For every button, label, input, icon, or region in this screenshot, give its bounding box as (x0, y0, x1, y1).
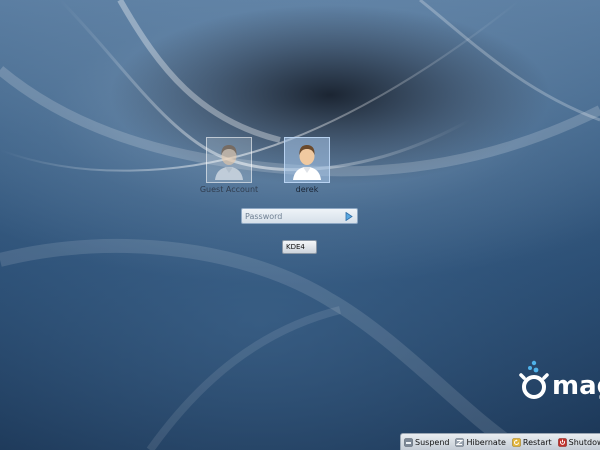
user-derek[interactable]: derek (276, 137, 338, 194)
user-avatar-icon (293, 145, 321, 180)
password-field[interactable] (241, 208, 358, 224)
suspend-icon (404, 437, 413, 447)
session-label: KDE4 (286, 243, 305, 251)
suspend-label: Suspend (415, 437, 450, 447)
user-guest-account[interactable]: Guest Account (198, 137, 260, 194)
user-list: Guest Account derek (198, 137, 338, 194)
shutdown-button[interactable]: Shutdown (557, 437, 600, 447)
session-selector[interactable]: KDE4 (282, 240, 317, 254)
user-avatar-derek[interactable] (284, 137, 330, 183)
shutdown-icon (557, 437, 567, 447)
user-avatar-icon (215, 145, 243, 180)
distro-logo: mag (519, 360, 600, 400)
go-arrow-icon[interactable] (343, 210, 355, 222)
password-input[interactable] (242, 210, 343, 222)
power-bar: Suspend Hibernate Restart Shutdown (400, 433, 600, 450)
hibernate-icon (455, 437, 465, 447)
hibernate-label: Hibernate (466, 437, 506, 447)
user-name-guest: Guest Account (199, 185, 259, 194)
shutdown-label: Shutdown (568, 437, 600, 447)
background-swirl (0, 0, 600, 450)
restart-button[interactable]: Restart (512, 438, 552, 447)
restart-icon (512, 437, 521, 447)
hibernate-button[interactable]: Hibernate (455, 437, 506, 447)
suspend-button[interactable]: Suspend (404, 438, 449, 447)
logo-text: mag (552, 371, 600, 401)
restart-label: Restart (522, 437, 552, 447)
user-avatar-guest[interactable] (206, 137, 252, 183)
logo-mark-icon (519, 360, 549, 399)
login-screen: Guest Account derek KDE4 ma Suspend Hibe… (0, 0, 600, 450)
user-name-derek: derek (295, 185, 319, 194)
